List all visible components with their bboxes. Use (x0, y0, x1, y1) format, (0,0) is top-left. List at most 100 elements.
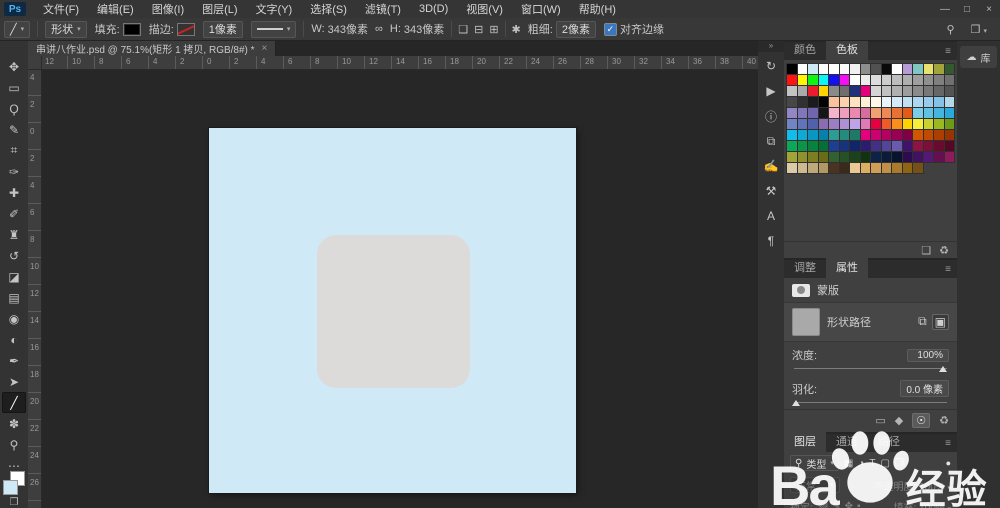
color-swatch[interactable] (882, 64, 892, 74)
mask-load-selection-icon[interactable]: ▭ (875, 414, 885, 427)
actions-panel-icon[interactable]: ▶ (760, 80, 782, 102)
color-swatch[interactable] (840, 86, 850, 96)
color-swatch[interactable] (787, 86, 797, 96)
brush-settings-panel-icon[interactable]: ✍ (760, 155, 782, 177)
color-swatch[interactable] (945, 64, 955, 74)
color-swatch[interactable] (798, 64, 808, 74)
path-alignment-icon[interactable]: ⊟ (471, 23, 486, 36)
document-tab[interactable]: 串讲八作业.psd @ 75.1%(矩形 1 拷贝, RGB/8#) * × (28, 40, 276, 56)
tool-presets-panel-icon[interactable]: ⚒ (760, 180, 782, 202)
color-swatch[interactable] (892, 163, 902, 173)
color-swatch[interactable] (861, 64, 871, 74)
collapse-panels-icon[interactable]: » (758, 40, 784, 52)
color-swatch[interactable] (798, 108, 808, 118)
screen-mode-button[interactable]: ❐ (2, 497, 26, 508)
color-swatch[interactable] (808, 163, 818, 173)
color-swatch[interactable] (840, 163, 850, 173)
menu-item-0[interactable]: 文件(F) (34, 0, 88, 18)
color-swatch[interactable] (819, 97, 829, 107)
color-swatch[interactable] (882, 130, 892, 140)
search-icon[interactable]: ⚲ (943, 23, 957, 36)
color-swatch[interactable] (871, 86, 881, 96)
color-swatch[interactable] (934, 86, 944, 96)
color-swatch[interactable] (882, 141, 892, 151)
line-tool[interactable]: ╱ (2, 392, 26, 413)
blur-tool[interactable]: ◉ (2, 308, 26, 329)
color-swatch[interactable] (924, 108, 934, 118)
menu-item-1[interactable]: 编辑(E) (88, 0, 143, 18)
color-swatch[interactable] (882, 119, 892, 129)
color-swatch[interactable] (819, 108, 829, 118)
color-swatch[interactable] (934, 130, 944, 140)
color-swatch[interactable] (882, 163, 892, 173)
mask-visibility-icon[interactable]: ☉ (912, 413, 930, 428)
color-swatch[interactable] (882, 86, 892, 96)
slider-knob[interactable] (939, 366, 947, 372)
canvas-area[interactable]: 1210864202468101214161820222426283032343… (28, 56, 758, 508)
color-swatch[interactable] (882, 152, 892, 162)
color-swatch[interactable] (819, 119, 829, 129)
horizontal-ruler[interactable]: 1210864202468101214161820222426283032343… (41, 56, 758, 70)
color-swatch[interactable] (924, 152, 934, 162)
color-swatch[interactable] (882, 108, 892, 118)
color-swatch[interactable] (871, 152, 881, 162)
checkbox-checked-icon[interactable]: ✓ (604, 23, 617, 36)
color-swatch[interactable] (945, 130, 955, 140)
color-swatch[interactable] (892, 108, 902, 118)
color-swatch[interactable] (934, 97, 944, 107)
menu-item-5[interactable]: 选择(S) (301, 0, 356, 18)
color-swatch[interactable] (913, 97, 923, 107)
lock-image-pixels-icon[interactable]: ✎ (832, 501, 840, 508)
color-swatch[interactable] (787, 119, 797, 129)
color-swatch[interactable] (829, 97, 839, 107)
character-panel-icon[interactable]: A (760, 205, 782, 227)
filter-adjustment-layers-icon[interactable]: ◑ (858, 458, 864, 469)
color-swatch[interactable] (945, 152, 955, 162)
menu-item-7[interactable]: 3D(D) (410, 0, 457, 18)
mask-thumbnail[interactable] (792, 308, 820, 336)
color-swatch[interactable] (861, 108, 871, 118)
color-swatch[interactable] (829, 64, 839, 74)
color-swatch[interactable] (787, 97, 797, 107)
color-swatch[interactable] (871, 97, 881, 107)
color-swatch[interactable] (787, 152, 797, 162)
color-swatch[interactable] (787, 163, 797, 173)
eraser-tool[interactable]: ◪ (2, 266, 26, 287)
libraries-panel-button[interactable]: ☁ 库 (960, 46, 997, 68)
color-swatch[interactable] (787, 64, 797, 74)
color-swatch[interactable] (819, 141, 829, 151)
path-arrangement-icon[interactable]: ⊞ (486, 23, 501, 36)
density-value[interactable]: 100% (907, 349, 949, 362)
link-dimensions-icon[interactable]: ∞ (372, 23, 386, 35)
menu-item-6[interactable]: 滤镜(T) (356, 0, 410, 18)
color-swatch[interactable] (798, 86, 808, 96)
color-swatch[interactable] (903, 75, 913, 85)
color-swatch[interactable] (924, 64, 934, 74)
color-swatch[interactable] (924, 130, 934, 140)
color-swatch[interactable] (787, 75, 797, 85)
quick-selection-tool[interactable]: ✎ (2, 119, 26, 140)
color-swatch[interactable] (850, 130, 860, 140)
clone-stamp-tool[interactable]: ♜ (2, 224, 26, 245)
crop-tool[interactable]: ⌗ (2, 140, 26, 161)
color-swatch[interactable] (871, 119, 881, 129)
color-swatch[interactable] (787, 108, 797, 118)
color-swatch[interactable] (945, 97, 955, 107)
lock-all-icon[interactable]: ▪ (857, 501, 861, 508)
tab-swatches[interactable]: 色板 (826, 39, 868, 60)
healing-brush-tool[interactable]: ✚ (2, 182, 26, 203)
history-brush-tool[interactable]: ↺ (2, 245, 26, 266)
color-swatch[interactable] (808, 64, 818, 74)
color-swatch[interactable] (861, 86, 871, 96)
color-swatch[interactable] (934, 75, 944, 85)
color-swatch[interactable] (787, 141, 797, 151)
mask-edge-icon[interactable]: ▣ (932, 314, 949, 330)
color-swatch[interactable] (850, 152, 860, 162)
gear-icon[interactable]: ✱ (509, 23, 524, 36)
color-swatch[interactable] (903, 130, 913, 140)
add-mask-icon[interactable]: ⧉ (918, 314, 927, 330)
layer-filter-toggle[interactable]: ● (946, 458, 951, 468)
color-swatch[interactable] (861, 75, 871, 85)
paragraph-panel-icon[interactable]: ¶ (760, 230, 782, 252)
panel-menu-icon[interactable]: ≡ (939, 438, 957, 452)
